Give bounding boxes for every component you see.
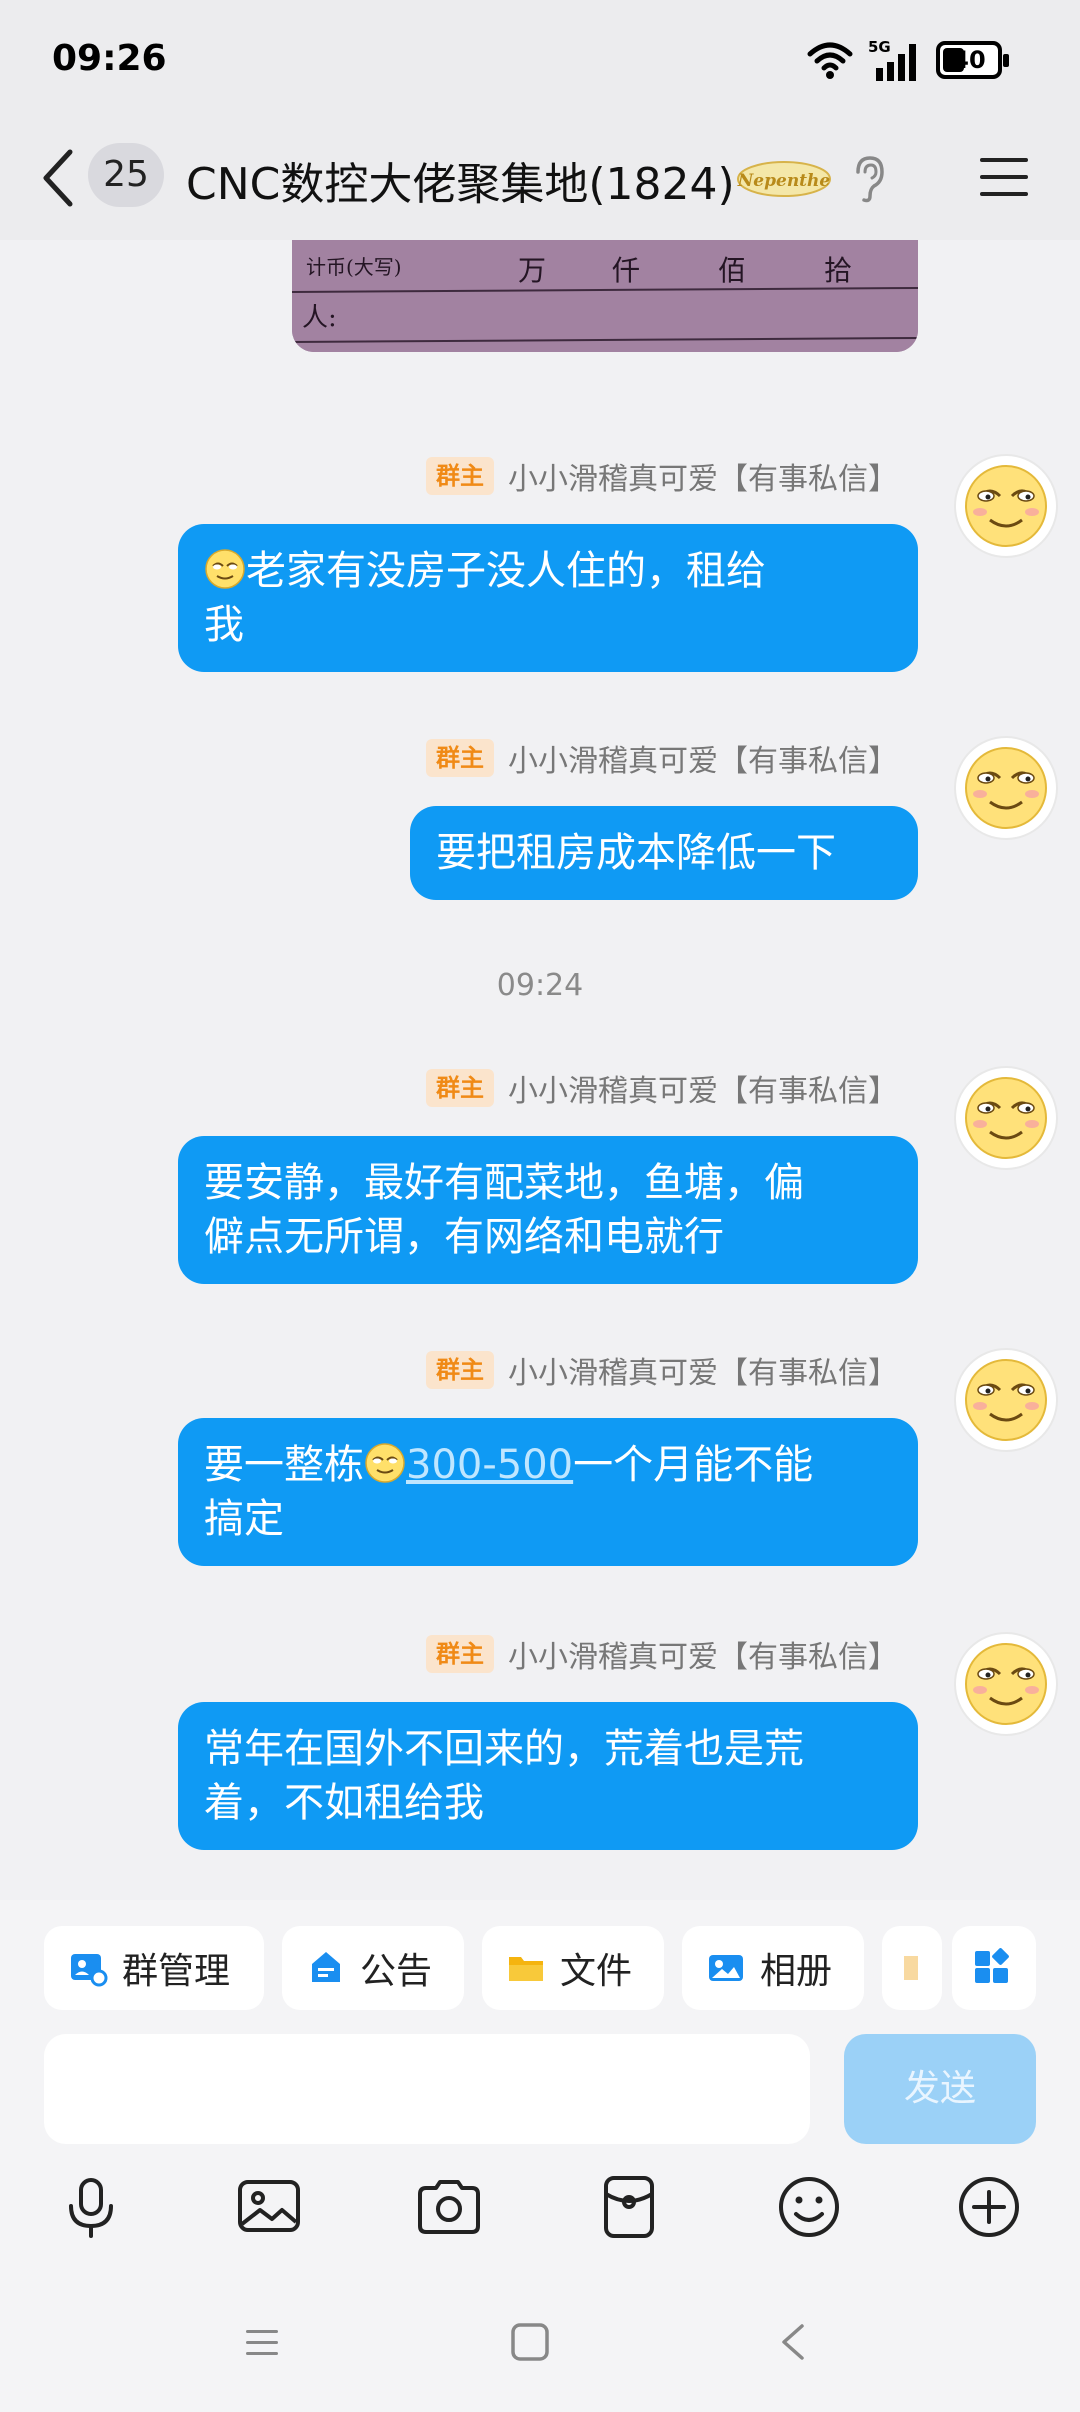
chip-label: 文件 xyxy=(560,1951,633,1992)
apps-grid-button[interactable] xyxy=(952,1926,1036,2010)
home-icon[interactable] xyxy=(508,2320,552,2364)
emoji-icon[interactable] xyxy=(774,2172,844,2242)
svg-text:仟: 仟 xyxy=(612,254,640,287)
chat-message-list[interactable]: 计币(大写) 万 仟 佰 拾 人: 群主 小小滑稽真可爱【有事私信】 老家有没房… xyxy=(0,240,1080,1900)
recent-apps-icon[interactable] xyxy=(240,2320,284,2364)
message-text-line: 要把租房成本降低一下 xyxy=(436,830,836,876)
avatar[interactable] xyxy=(954,736,1058,840)
role-tag: 群主 xyxy=(426,457,494,495)
album-icon xyxy=(709,1955,743,1981)
message-bubble[interactable]: 老家有没房子没人住的，租给 我 xyxy=(178,524,918,672)
album-button[interactable]: 相册 xyxy=(682,1926,864,2010)
smirk-emoji-icon xyxy=(365,1443,405,1483)
ear-icon[interactable] xyxy=(850,154,886,204)
battery-level: 40 xyxy=(952,46,986,74)
microphone-icon[interactable] xyxy=(56,2172,126,2242)
svg-text:计币(大写): 计币(大写) xyxy=(306,255,402,279)
red-packet-icon[interactable] xyxy=(594,2172,664,2242)
message-text-line: 我 xyxy=(204,602,244,648)
cellular-signal-icon: 5G xyxy=(868,38,916,81)
sender-name[interactable]: 小小滑稽真可爱【有事私信】 xyxy=(508,1632,898,1676)
avatar[interactable] xyxy=(954,1348,1058,1452)
battery-icon: 40 xyxy=(936,41,1009,79)
message-sender: 群主 小小滑稽真可爱【有事私信】 xyxy=(426,1632,898,1676)
role-tag: 群主 xyxy=(426,739,494,777)
back-nav-icon[interactable] xyxy=(772,2320,816,2364)
message-bubble[interactable]: 要安静，最好有配菜地，鱼塘，偏 僻点无所谓，有网络和电就行 xyxy=(178,1136,918,1284)
message-text-line: 老家有没房子没人住的，租给 xyxy=(246,548,766,594)
document-icon xyxy=(904,1956,918,1980)
message-text-segment: 一个月能不能 xyxy=(573,1442,814,1488)
wifi-icon xyxy=(807,42,853,79)
chip-label: 公告 xyxy=(360,1951,433,1992)
plus-circle-icon[interactable] xyxy=(954,2172,1024,2242)
time-divider: 09:24 xyxy=(496,968,584,1003)
message-bubble[interactable]: 常年在国外不回来的，荒着也是荒 着，不如租给我 xyxy=(178,1702,918,1850)
message-sender: 群主 小小滑稽真可爱【有事私信】 xyxy=(426,1348,898,1392)
image-message[interactable]: 计币(大写) 万 仟 佰 拾 人: xyxy=(292,240,918,352)
message-input[interactable] xyxy=(44,2034,810,2144)
message-bubble[interactable]: 要把租房成本降低一下 xyxy=(410,806,918,900)
image-icon[interactable] xyxy=(234,2172,304,2242)
message-text-line: 着，不如租给我 xyxy=(204,1780,484,1826)
unread-count-badge[interactable]: 25 xyxy=(88,143,164,207)
message-sender: 群主 小小滑稽真可爱【有事私信】 xyxy=(426,736,898,780)
phone-number-link[interactable]: 300-500 xyxy=(406,1442,573,1488)
role-tag: 群主 xyxy=(426,1069,494,1107)
chevron-left-icon[interactable] xyxy=(38,146,78,210)
message-text-line: 搞定 xyxy=(204,1496,284,1542)
avatar[interactable] xyxy=(954,1066,1058,1170)
chat-header: 25 CNC数控大佬聚集地(1824) Nepenthe xyxy=(0,118,1080,240)
network-type: 5G xyxy=(868,38,891,56)
chip-label: 相册 xyxy=(760,1951,833,1992)
group-manage-button[interactable]: 群管理 xyxy=(44,1926,264,2010)
svg-text:Nepenthe: Nepenthe xyxy=(737,171,831,191)
svg-text:人:: 人: xyxy=(302,303,337,333)
message-sender: 群主 小小滑稽真可爱【有事私信】 xyxy=(426,1066,898,1110)
group-badge-logo: Nepenthe xyxy=(737,161,831,197)
camera-icon[interactable] xyxy=(414,2172,484,2242)
svg-text:佰: 佰 xyxy=(718,254,746,287)
smirk-emoji-icon xyxy=(205,549,245,589)
avatar[interactable] xyxy=(954,454,1058,558)
svg-text:拾: 拾 xyxy=(824,254,852,287)
system-navigation-bar xyxy=(0,2300,1080,2412)
folder-icon xyxy=(509,1957,543,1981)
hamburger-menu-icon[interactable] xyxy=(978,152,1030,202)
status-icons: 5G 40 xyxy=(806,36,1009,84)
chip-label: 群管理 xyxy=(122,1951,231,1992)
send-button[interactable]: 发送 xyxy=(844,2034,1036,2144)
svg-text:万: 万 xyxy=(518,254,546,287)
status-bar: 09:26 5G 40 xyxy=(0,0,1080,118)
message-bubble[interactable]: 要一整栋 300-500一个月能不能 搞定 xyxy=(178,1418,918,1566)
sender-name[interactable]: 小小滑稽真可爱【有事私信】 xyxy=(508,1348,898,1392)
role-tag: 群主 xyxy=(426,1635,494,1673)
files-button[interactable]: 文件 xyxy=(482,1926,664,2010)
sender-name[interactable]: 小小滑稽真可爱【有事私信】 xyxy=(508,1066,898,1110)
more-tool-chip[interactable] xyxy=(882,1926,942,2010)
message-sender: 群主 小小滑稽真可爱【有事私信】 xyxy=(426,454,898,498)
status-time: 09:26 xyxy=(52,38,167,79)
sender-name[interactable]: 小小滑稽真可爱【有事私信】 xyxy=(508,736,898,780)
sender-name[interactable]: 小小滑稽真可爱【有事私信】 xyxy=(508,454,898,498)
message-text-line: 僻点无所谓，有网络和电就行 xyxy=(204,1214,724,1260)
message-text-line: 要安静，最好有配菜地，鱼塘，偏 xyxy=(204,1160,804,1206)
group-manage-icon xyxy=(71,1954,108,1987)
announcement-icon xyxy=(312,1952,340,1982)
role-tag: 群主 xyxy=(426,1351,494,1389)
avatar[interactable] xyxy=(954,1632,1058,1736)
message-text-line: 常年在国外不回来的，荒着也是荒 xyxy=(204,1726,804,1772)
apps-grid-icon xyxy=(975,1948,1009,1983)
message-text-segment: 要一整栋 xyxy=(204,1442,364,1488)
announcement-button[interactable]: 公告 xyxy=(282,1926,464,2010)
group-title[interactable]: CNC数控大佬聚集地(1824) xyxy=(186,148,735,212)
